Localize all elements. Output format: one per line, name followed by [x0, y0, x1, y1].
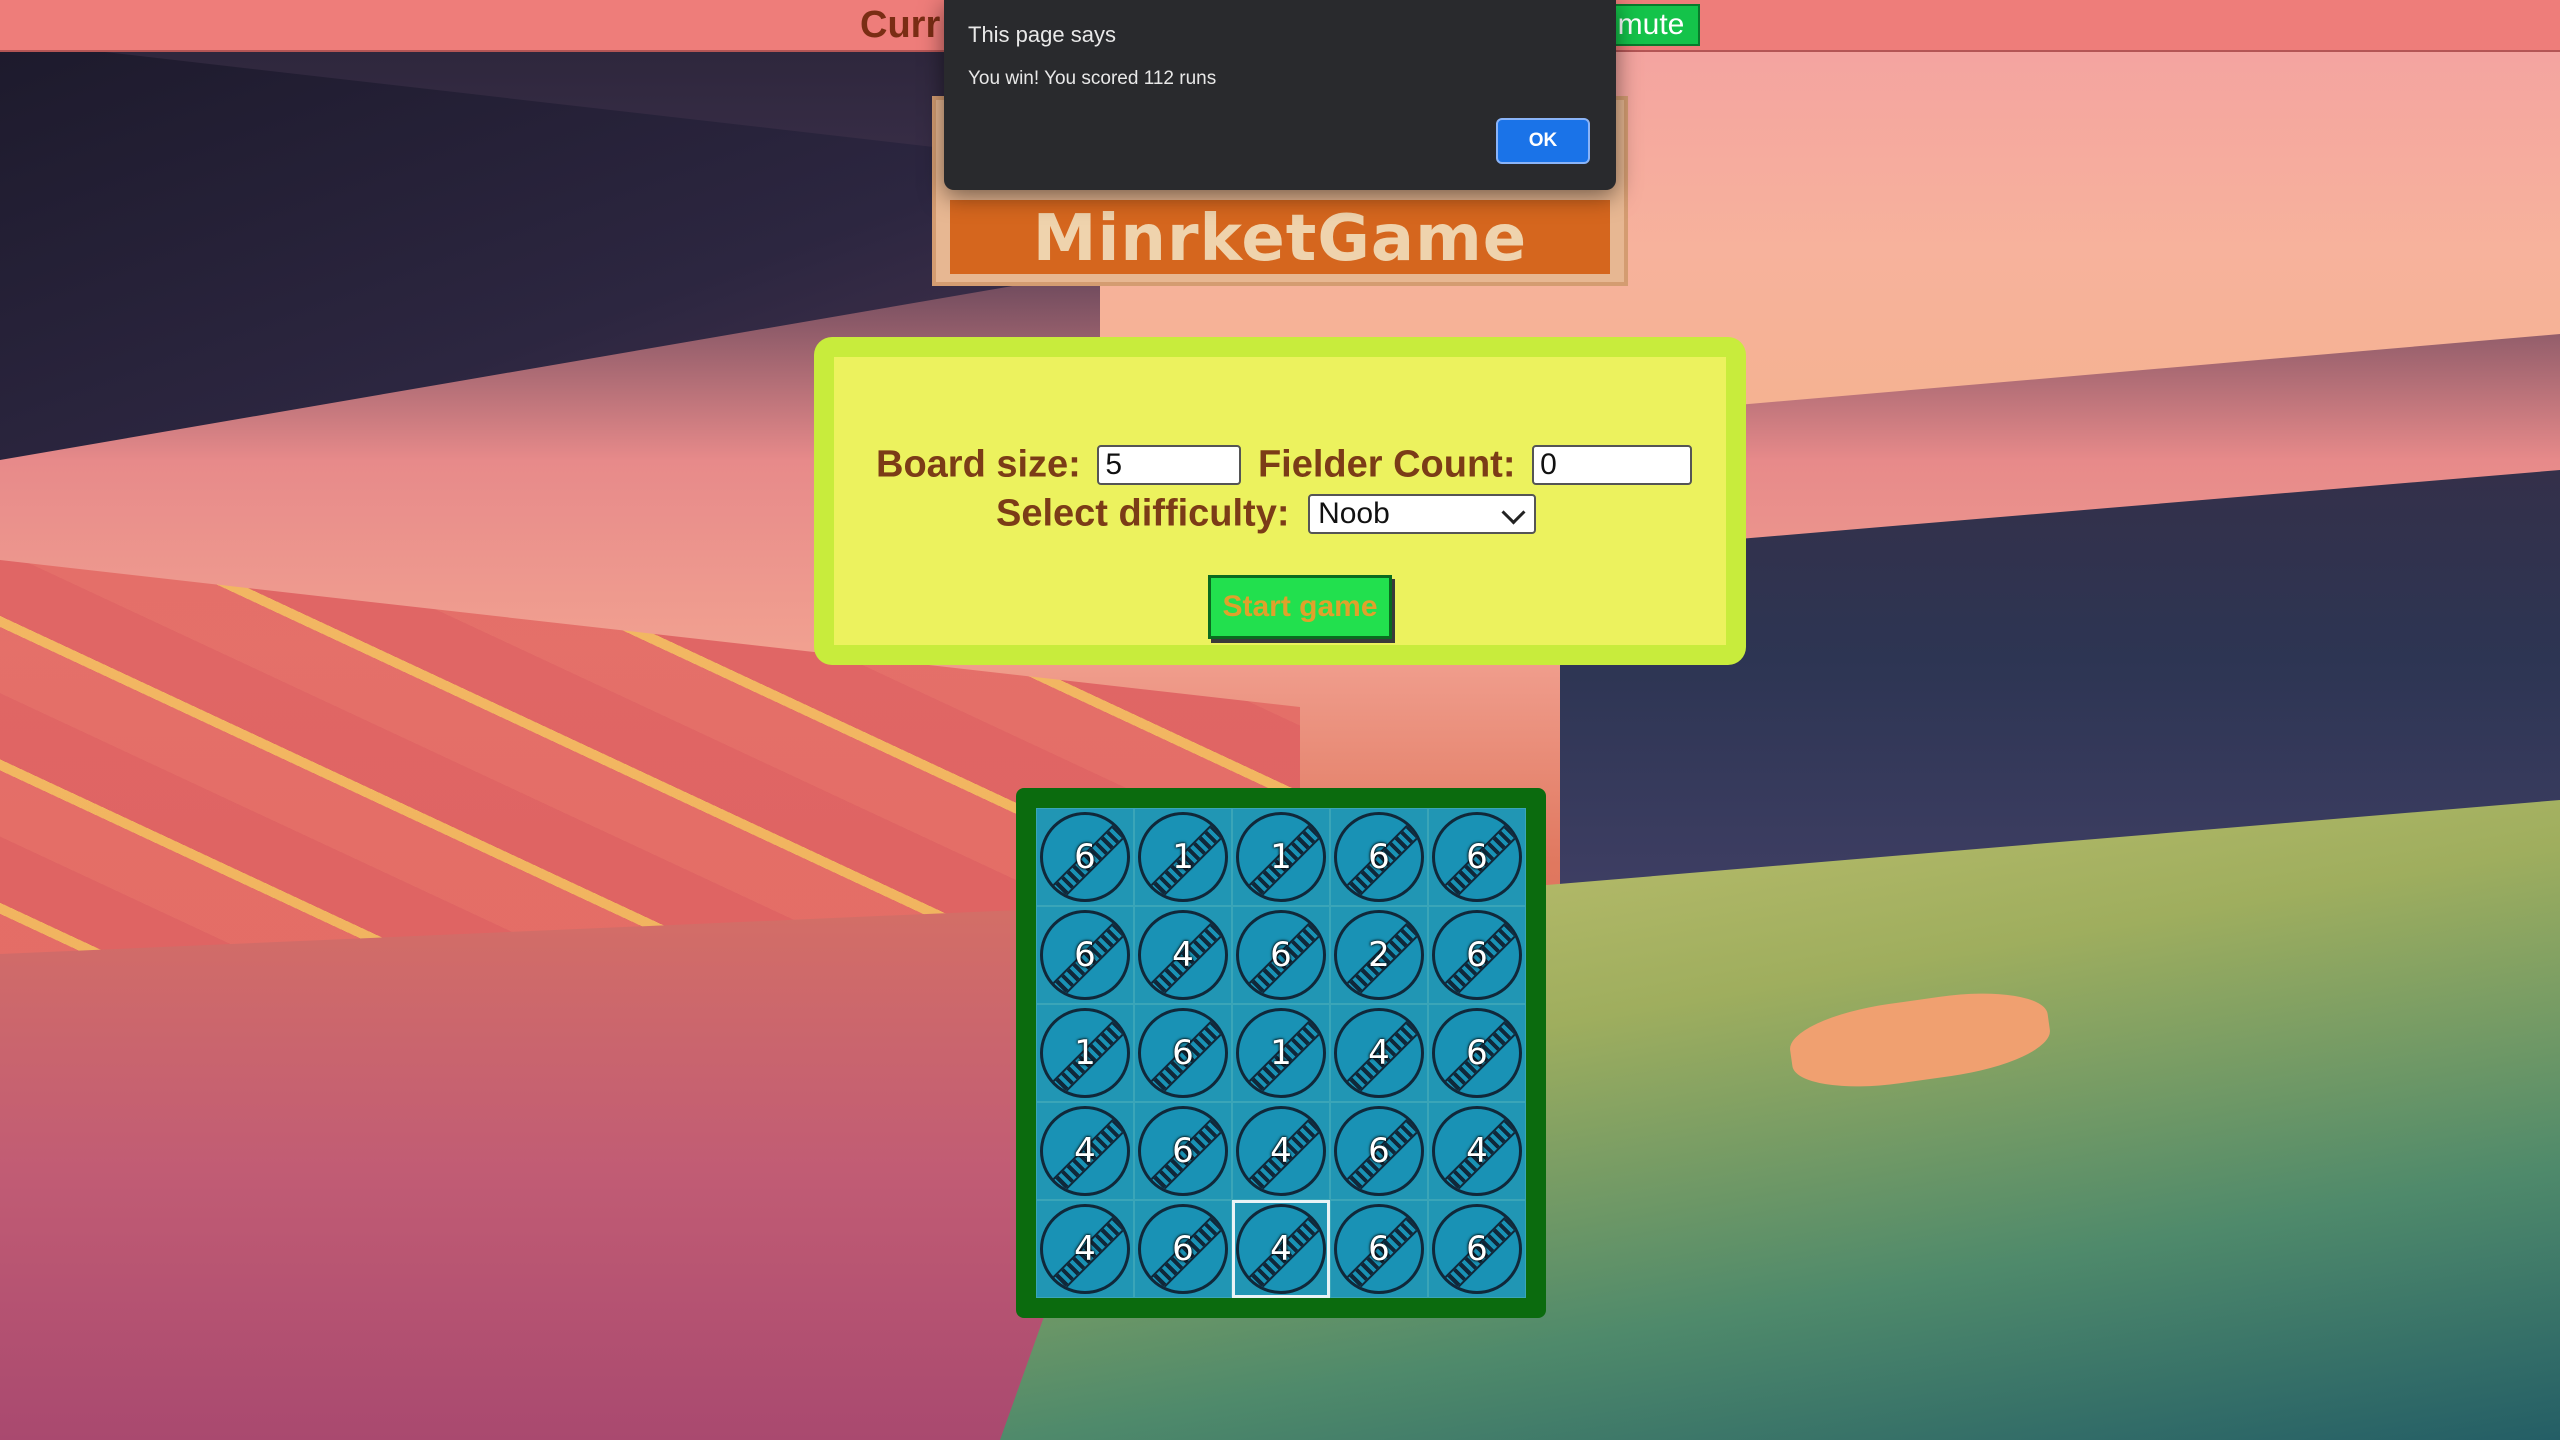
settings-panel: Board size: Fielder Count: Select diffic…: [814, 337, 1746, 665]
board-cell[interactable]: 6: [1330, 1200, 1428, 1298]
cricket-ball-icon: 6: [1040, 812, 1130, 902]
logo-plate: MinrketGame: [950, 200, 1610, 276]
cricket-ball-icon: 4: [1432, 1106, 1522, 1196]
cell-runs-value: 6: [1368, 1131, 1390, 1171]
board-cell[interactable]: 4: [1232, 1200, 1330, 1298]
fielder-count-label: Fielder Count:: [1257, 443, 1516, 486]
ok-button[interactable]: OK: [1496, 118, 1590, 164]
board-cell[interactable]: 1: [1232, 1004, 1330, 1102]
cell-runs-value: 4: [1270, 1229, 1292, 1269]
dialog-message: You win! You scored 112 runs: [968, 68, 1217, 89]
cell-runs-value: 4: [1368, 1033, 1390, 1073]
cricket-ball-icon: 6: [1334, 1204, 1424, 1294]
cricket-ball-icon: 1: [1040, 1008, 1130, 1098]
cell-runs-value: 6: [1172, 1033, 1194, 1073]
cricket-ball-icon: 2: [1334, 910, 1424, 1000]
start-game-button[interactable]: Start game: [1208, 575, 1392, 639]
cricket-ball-icon: 6: [1138, 1204, 1228, 1294]
board-cell[interactable]: 4: [1134, 906, 1232, 1004]
board-cell[interactable]: 6: [1428, 808, 1526, 906]
cricket-ball-icon: 1: [1236, 812, 1326, 902]
cricket-ball-icon: 1: [1138, 812, 1228, 902]
cell-runs-value: 6: [1466, 935, 1488, 975]
board-cell[interactable]: 4: [1428, 1102, 1526, 1200]
alert-dialog: This page says You win! You scored 112 r…: [944, 0, 1616, 190]
fielder-count-input[interactable]: [1532, 444, 1693, 485]
cricket-ball-icon: 6: [1138, 1106, 1228, 1196]
cricket-ball-icon: 6: [1432, 1008, 1522, 1098]
game-board: 6 1 1 6 6 6 4 6 2 6 1 6 1 4 6 4 6 4 6 4 4 6 4 6 6: [1016, 788, 1546, 1318]
size-fielder-row: Board size: Fielder Count:: [876, 442, 1693, 486]
chevron-down-icon: [1501, 500, 1526, 525]
board-cell[interactable]: 2: [1330, 906, 1428, 1004]
board-size-input[interactable]: [1097, 444, 1242, 485]
board-size-label: Board size:: [876, 443, 1081, 486]
board-cell[interactable]: 4: [1232, 1102, 1330, 1200]
cricket-ball-icon: 6: [1432, 812, 1522, 902]
board-cell[interactable]: 1: [1232, 808, 1330, 906]
cricket-ball-icon: 6: [1432, 1204, 1522, 1294]
difficulty-row: Select difficulty: Noob: [996, 491, 1537, 535]
game-title: MinrketGame: [1032, 202, 1528, 276]
cricket-ball-icon: 6: [1334, 1106, 1424, 1196]
cell-runs-value: 4: [1172, 935, 1194, 975]
cell-runs-value: 6: [1172, 1229, 1194, 1269]
cell-runs-value: 6: [1368, 837, 1390, 877]
cell-runs-value: 4: [1074, 1131, 1096, 1171]
board-cell[interactable]: 4: [1036, 1200, 1134, 1298]
cricket-ball-icon: 4: [1334, 1008, 1424, 1098]
cell-runs-value: 6: [1466, 1033, 1488, 1073]
cell-runs-value: 4: [1466, 1131, 1488, 1171]
cricket-ball-icon: 6: [1040, 910, 1130, 1000]
board-cell[interactable]: 6: [1428, 906, 1526, 1004]
current-score-label: Curr: [860, 4, 941, 46]
cell-runs-value: 6: [1172, 1131, 1194, 1171]
cell-runs-value: 6: [1270, 935, 1292, 975]
cricket-ball-icon: 1: [1236, 1008, 1326, 1098]
cricket-ball-icon: 4: [1040, 1106, 1130, 1196]
cell-runs-value: 1: [1270, 837, 1292, 877]
cricket-ball-icon: 6: [1432, 910, 1522, 1000]
cell-runs-value: 2: [1368, 935, 1390, 975]
cricket-ball-icon: 4: [1138, 910, 1228, 1000]
cell-runs-value: 1: [1172, 837, 1194, 877]
board-grid: 6 1 1 6 6 6 4 6 2 6 1 6 1 4 6 4 6 4 6 4 4 6 4 6 6: [1036, 808, 1526, 1298]
difficulty-select[interactable]: Noob: [1308, 493, 1537, 534]
cricket-ball-icon: 4: [1040, 1204, 1130, 1294]
cell-runs-value: 6: [1074, 935, 1096, 975]
cell-runs-value: 6: [1368, 1229, 1390, 1269]
cell-runs-value: 4: [1074, 1229, 1096, 1269]
board-cell[interactable]: 1: [1036, 1004, 1134, 1102]
mute-button[interactable]: mute: [1602, 4, 1700, 46]
cell-runs-value: 6: [1074, 837, 1096, 877]
board-cell[interactable]: 6: [1428, 1200, 1526, 1298]
cell-runs-value: 1: [1270, 1033, 1292, 1073]
board-cell[interactable]: 6: [1036, 808, 1134, 906]
dialog-title: This page says: [968, 22, 1116, 47]
board-cell[interactable]: 6: [1036, 906, 1134, 1004]
cell-runs-value: 4: [1270, 1131, 1292, 1171]
cricket-ball-icon: 4: [1236, 1106, 1326, 1196]
difficulty-selected-value: Noob: [1318, 496, 1390, 530]
board-cell[interactable]: 4: [1036, 1102, 1134, 1200]
board-cell[interactable]: 6: [1330, 808, 1428, 906]
board-cell[interactable]: 6: [1134, 1102, 1232, 1200]
cricket-ball-icon: 4: [1236, 1204, 1326, 1294]
cricket-ball-icon: 6: [1236, 910, 1326, 1000]
board-cell[interactable]: 6: [1428, 1004, 1526, 1102]
difficulty-label: Select difficulty:: [996, 492, 1290, 535]
cell-runs-value: 1: [1074, 1033, 1096, 1073]
board-cell[interactable]: 6: [1134, 1004, 1232, 1102]
board-cell[interactable]: 6: [1232, 906, 1330, 1004]
board-cell[interactable]: 1: [1134, 808, 1232, 906]
cell-runs-value: 6: [1466, 1229, 1488, 1269]
cricket-ball-icon: 6: [1138, 1008, 1228, 1098]
cricket-ball-icon: 6: [1334, 812, 1424, 902]
board-cell[interactable]: 6: [1330, 1102, 1428, 1200]
board-cell[interactable]: 6: [1134, 1200, 1232, 1298]
board-cell[interactable]: 4: [1330, 1004, 1428, 1102]
cell-runs-value: 6: [1466, 837, 1488, 877]
